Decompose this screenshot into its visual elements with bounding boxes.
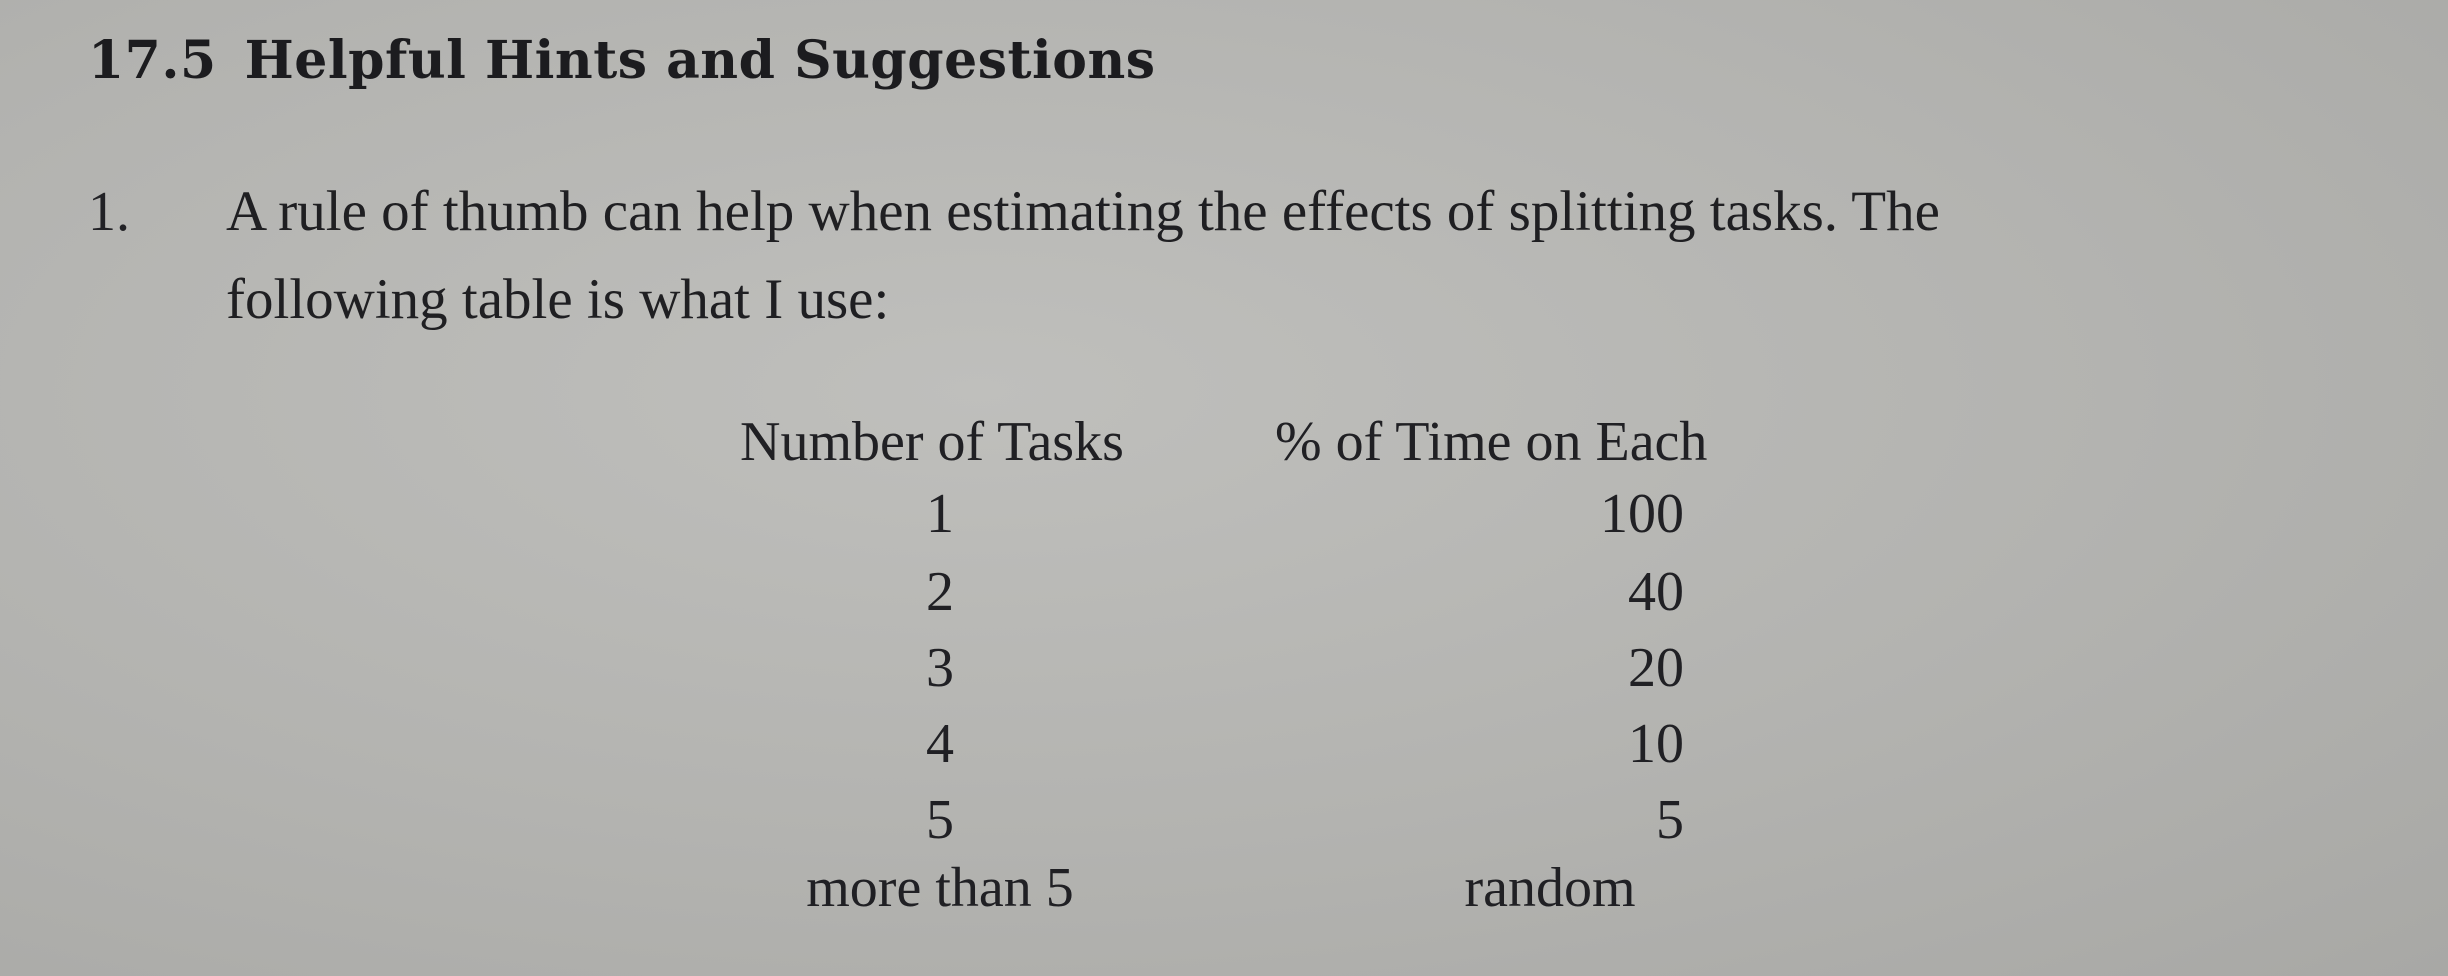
table-cell-tasks: 4	[926, 713, 954, 775]
list-item-text: A rule of thumb can help when estimating…	[226, 168, 2376, 344]
list-item-number: 1.	[88, 181, 130, 243]
table-cell-time: 40	[1628, 561, 1684, 623]
section-title: Helpful Hints and Suggestions	[244, 30, 1156, 91]
section-heading: 17.5 Helpful Hints and Suggestions	[88, 30, 1156, 91]
table-cell-tasks: 1	[926, 483, 954, 545]
paragraph-line-1: A rule of thumb can help when estimating…	[226, 180, 1940, 243]
table-cell-time: 100	[1600, 483, 1684, 545]
header-number-of-tasks: Number of Tasks	[740, 411, 1124, 473]
section-number: 17.5	[88, 30, 217, 91]
table-cell-tasks: more than 5	[806, 857, 1074, 919]
book-page: 17.5 Helpful Hints and Suggestions 1. A r…	[0, 0, 2448, 976]
paragraph-line-2: following table is what I use:	[226, 268, 890, 331]
table-cell-tasks: 5	[926, 789, 954, 851]
table-cell-time: 5	[1656, 789, 1684, 851]
table-cell-tasks: 2	[926, 561, 954, 623]
header-percent-time: % of Time on Each	[1275, 411, 1708, 473]
table-cell-time: 10	[1628, 713, 1684, 775]
table-cell-tasks: 3	[926, 637, 954, 699]
table-cell-time: 20	[1628, 637, 1684, 699]
table-cell-time: random	[1464, 857, 1636, 919]
